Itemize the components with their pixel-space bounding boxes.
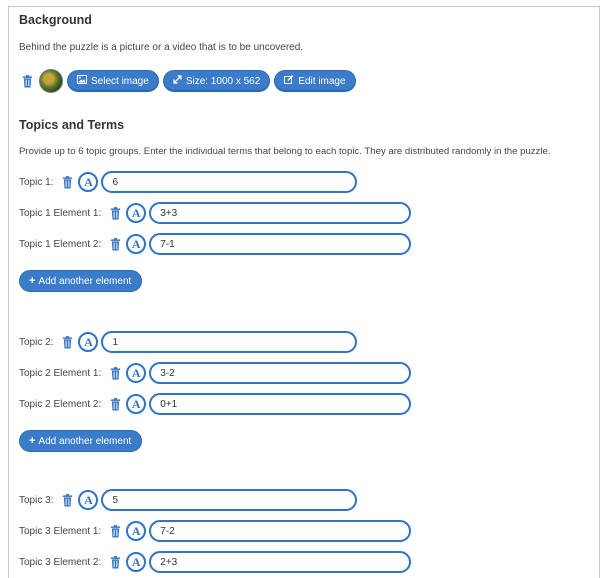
add-element-label: Add another element (38, 435, 132, 447)
add-element-label: Add another element (38, 275, 132, 287)
background-section-title: Background (19, 13, 92, 27)
trash-icon[interactable] (59, 173, 75, 191)
topic-element-input[interactable] (149, 520, 412, 542)
trash-icon[interactable] (19, 72, 35, 90)
topic-element-label: Topic 3 Element 1: (19, 525, 102, 537)
font-style-button[interactable]: A (126, 394, 147, 414)
add-element-button[interactable]: + Add another element (19, 430, 143, 452)
font-style-button[interactable]: A (78, 332, 99, 352)
trash-icon[interactable] (107, 204, 123, 222)
font-style-button[interactable]: A (126, 552, 147, 572)
font-style-button[interactable]: A (78, 490, 99, 510)
background-description: Behind the puzzle is a picture or a vide… (19, 42, 304, 53)
font-style-button[interactable]: A (126, 363, 147, 383)
topics-description: Provide up to 6 topic groups. Enter the … (19, 146, 551, 157)
topic-element-row: Topic 2 Element 2: A (19, 392, 412, 416)
select-image-button[interactable]: Select image (67, 70, 159, 92)
plus-icon: + (29, 275, 36, 287)
topic-row: Topic 2: A (19, 330, 358, 354)
edit-icon (284, 74, 294, 87)
resize-icon (173, 75, 182, 87)
topic-element-label: Topic 1 Element 1: (19, 207, 102, 219)
topic-element-input[interactable] (149, 233, 412, 255)
topic-input[interactable] (101, 171, 358, 193)
background-controls: Select image Size: 1000 x 562 Edit image (19, 69, 360, 93)
trash-icon[interactable] (107, 364, 123, 382)
topic-element-label: Topic 1 Element 2: (19, 238, 102, 250)
topic-row: Topic 3: A (19, 488, 358, 512)
background-image-thumbnail[interactable] (39, 69, 63, 93)
topic-label: Topic 1: (19, 176, 54, 188)
trash-icon[interactable] (107, 553, 123, 571)
topic-element-row: Topic 3 Element 2: A (19, 550, 412, 574)
editor-panel: Background Behind the puzzle is a pictur… (8, 6, 600, 578)
topic-element-label: Topic 2 Element 2: (19, 398, 102, 410)
trash-icon[interactable] (107, 395, 123, 413)
image-size-button[interactable]: Size: 1000 x 562 (162, 70, 271, 92)
font-style-button[interactable]: A (78, 172, 99, 192)
font-style-button[interactable]: A (126, 234, 147, 254)
edit-image-label: Edit image (298, 75, 346, 87)
topic-input[interactable] (101, 489, 358, 511)
select-image-label: Select image (91, 75, 149, 87)
plus-icon: + (29, 435, 36, 447)
topic-row: Topic 1: A (19, 170, 358, 194)
topic-element-row: Topic 2 Element 1: A (19, 361, 412, 385)
topic-element-input[interactable] (149, 362, 412, 384)
topic-element-row: Topic 3 Element 1: A (19, 519, 412, 543)
topic-label: Topic 3: (19, 494, 54, 506)
topic-element-input[interactable] (149, 551, 412, 573)
trash-icon[interactable] (59, 491, 75, 509)
font-style-button[interactable]: A (126, 203, 147, 223)
topic-input[interactable] (101, 331, 358, 353)
topic-element-input[interactable] (149, 393, 412, 415)
font-style-button[interactable]: A (126, 521, 147, 541)
image-icon (77, 75, 87, 87)
topic-element-input[interactable] (149, 202, 412, 224)
trash-icon[interactable] (107, 522, 123, 540)
topics-section-title: Topics and Terms (19, 118, 125, 132)
image-size-label: Size: 1000 x 562 (185, 75, 261, 87)
edit-image-button[interactable]: Edit image (274, 70, 356, 92)
topic-label: Topic 2: (19, 336, 54, 348)
add-element-button[interactable]: + Add another element (19, 270, 143, 292)
topic-element-row: Topic 1 Element 1: A (19, 201, 412, 225)
topic-element-label: Topic 3 Element 2: (19, 556, 102, 568)
trash-icon[interactable] (107, 235, 123, 253)
topic-element-row: Topic 1 Element 2: A (19, 232, 412, 256)
trash-icon[interactable] (59, 333, 75, 351)
topic-element-label: Topic 2 Element 1: (19, 367, 102, 379)
